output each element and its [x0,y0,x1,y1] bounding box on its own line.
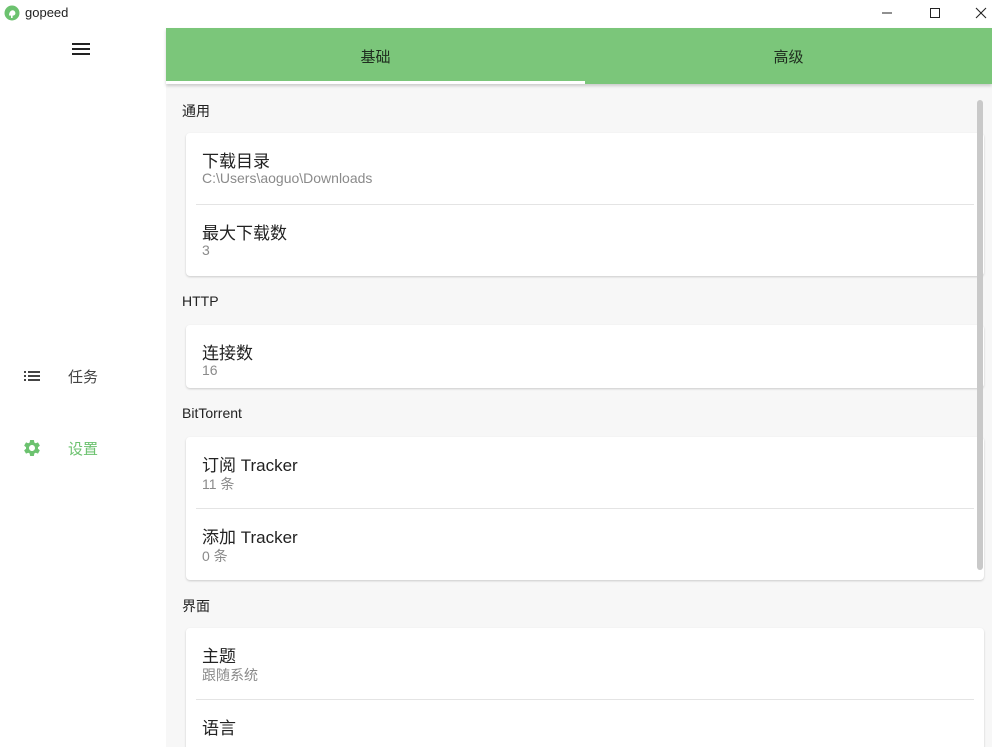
maximize-icon [930,8,940,18]
sidebar: 任务 设置 [0,28,166,747]
minimize-button[interactable] [864,0,910,26]
gear-icon [24,440,40,456]
menu-button[interactable] [64,36,98,62]
settings-list: 通用 下载目录 C:\Users\aoguo\Downloads 最大下载数 3… [166,84,992,747]
setting-subscribe-tracker[interactable]: 订阅 Tracker 11 条 [186,437,984,509]
setting-value: 3 [202,242,210,258]
sidebar-item-tasks[interactable]: 任务 [0,352,166,400]
setting-value: 11 条 [202,476,235,492]
setting-add-tracker[interactable]: 添加 Tracker 0 条 [186,509,984,581]
setting-value: C:\Users\aoguo\Downloads [202,170,373,186]
close-icon [975,7,987,19]
card-http: 连接数 16 [186,325,984,388]
setting-download-dir[interactable]: 下载目录 C:\Users\aoguo\Downloads [186,133,984,205]
setting-max-downloads[interactable]: 最大下载数 3 [186,205,984,277]
tab-bar: 基础 高级 [166,28,992,84]
setting-title: 下载目录 [202,152,270,171]
section-title-http: HTTP [182,293,219,309]
scrollbar-thumb[interactable] [977,100,983,570]
setting-title: 订阅 Tracker [202,456,298,475]
setting-title: 连接数 [202,344,253,363]
section-title-ui: 界面 [182,598,210,614]
setting-connections[interactable]: 连接数 16 [186,325,984,388]
tab-advanced[interactable]: 高级 [585,28,992,84]
setting-value: 跟随系统 [202,667,258,683]
tab-basic[interactable]: 基础 [166,28,585,84]
sidebar-item-label: 任务 [68,369,99,386]
card-ui: 主题 跟随系统 语言 [186,628,984,747]
setting-title: 添加 Tracker [202,528,298,547]
list-icon [24,371,40,381]
setting-value: 16 [202,362,218,378]
settings-panel: 基础 高级 通用 下载目录 C:\Users\aoguo\Downloads 最… [166,28,992,747]
setting-language[interactable]: 语言 [186,700,984,747]
sidebar-item-settings[interactable]: 设置 [0,424,166,472]
hamburger-menu-icon [72,43,90,55]
maximize-button[interactable] [912,0,958,26]
setting-theme[interactable]: 主题 跟随系统 [186,628,984,700]
title-bar: gopeed [0,0,992,28]
setting-value: 0 条 [202,548,228,564]
section-title-general: 通用 [182,103,210,119]
window-title: gopeed [25,5,69,20]
card-general: 下载目录 C:\Users\aoguo\Downloads 最大下载数 3 [186,133,984,276]
close-button[interactable] [958,0,992,26]
minimize-icon [882,12,892,14]
setting-title: 主题 [202,647,236,666]
setting-title: 最大下载数 [202,224,287,243]
card-bittorrent: 订阅 Tracker 11 条 添加 Tracker 0 条 [186,437,984,580]
gopeed-logo-icon [4,5,20,21]
sidebar-item-label: 设置 [68,441,99,458]
setting-title: 语言 [202,719,236,738]
section-title-bittorrent: BitTorrent [182,405,242,421]
